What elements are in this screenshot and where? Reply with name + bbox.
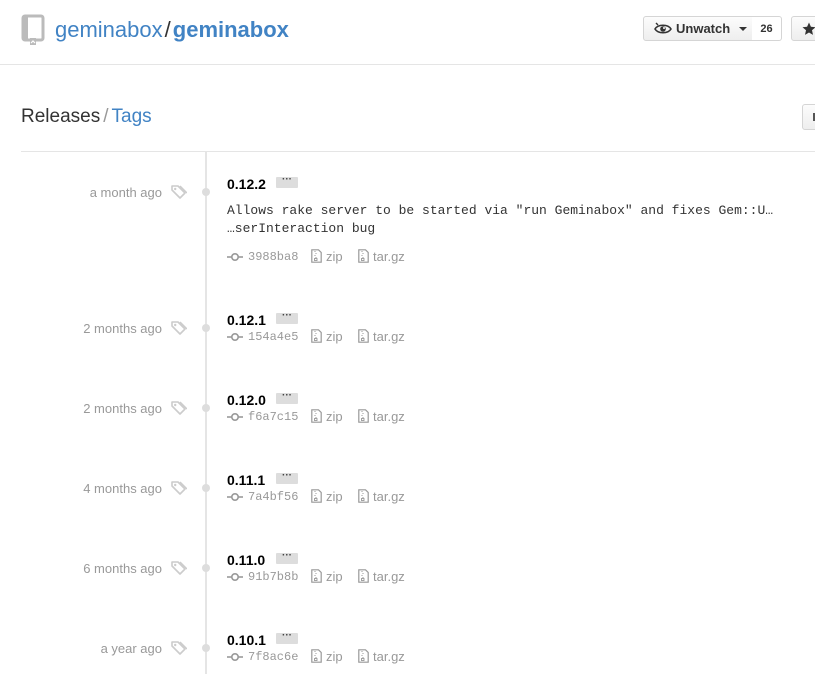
timeline-dot	[202, 188, 210, 196]
zip-label: zip	[326, 489, 343, 504]
targz-download-link[interactable]: tar.gz	[358, 249, 405, 265]
targz-label: tar.gz	[373, 329, 405, 344]
commit-icon	[227, 572, 243, 582]
tag-icon	[171, 185, 187, 199]
subnav-separator: /	[103, 106, 109, 127]
tag-name-link[interactable]: 0.12.0	[227, 392, 266, 408]
tag-icon	[171, 641, 187, 655]
repo-owner-link[interactable]: geminabox	[55, 17, 163, 42]
commit-sha-link[interactable]: 154a4e5	[248, 329, 298, 345]
zip-label: zip	[326, 249, 343, 264]
commit-icon	[227, 252, 243, 262]
targz-download-link[interactable]: tar.gz	[358, 409, 405, 425]
file-zip-icon	[311, 649, 322, 663]
tag-icon	[171, 561, 187, 575]
repo-title: geminabox/geminabox	[55, 16, 289, 44]
file-zip-icon	[311, 569, 322, 583]
tags-link[interactable]: Tags	[112, 106, 152, 127]
expand-details-button[interactable]: ···	[276, 471, 298, 484]
tag-date: 6 months ago	[83, 561, 162, 576]
zip-label: zip	[326, 649, 343, 664]
file-zip-icon	[358, 329, 369, 343]
commit-sha-link[interactable]: 3988ba8	[248, 249, 298, 265]
targz-label: tar.gz	[373, 409, 405, 424]
tag-name-link[interactable]: 0.12.2	[227, 176, 266, 192]
targz-download-link[interactable]: tar.gz	[358, 329, 405, 345]
repo-title-separator: /	[164, 17, 171, 42]
zip-label: zip	[326, 329, 343, 344]
timeline-dot	[202, 324, 210, 332]
tag-name-link[interactable]: 0.12.1	[227, 312, 266, 328]
targz-label: tar.gz	[373, 569, 405, 584]
file-zip-icon	[358, 649, 369, 663]
tag-date: a month ago	[89, 185, 162, 200]
targz-download-link[interactable]: tar.gz	[358, 489, 405, 505]
commit-icon	[227, 492, 243, 502]
unwatch-label: Unwatch	[676, 21, 731, 36]
zip-download-link[interactable]: zip	[311, 249, 343, 265]
file-zip-icon	[311, 329, 322, 343]
timeline-line	[205, 152, 207, 674]
star-icon	[802, 22, 815, 35]
targz-label: tar.gz	[373, 489, 405, 504]
file-zip-icon	[311, 249, 322, 263]
star-button[interactable]	[791, 16, 815, 41]
timeline-dot	[202, 564, 210, 572]
commit-icon	[227, 412, 243, 422]
tag-description: Allows rake server to be started via "ru…	[227, 203, 774, 236]
expand-details-button[interactable]: ···	[276, 391, 298, 404]
zip-label: zip	[326, 569, 343, 584]
commit-sha-link[interactable]: f6a7c15	[248, 409, 298, 425]
commit-sha-link[interactable]: 7f8ac6e	[248, 649, 298, 665]
expand-details-button[interactable]: ···	[276, 311, 298, 324]
repo-name-link[interactable]: geminabox	[173, 17, 289, 42]
file-zip-icon	[311, 489, 322, 503]
commit-icon	[227, 652, 243, 662]
tag-icon	[171, 321, 187, 335]
tag-date: 2 months ago	[83, 401, 162, 416]
targz-label: tar.gz	[373, 649, 405, 664]
zip-label: zip	[326, 409, 343, 424]
timeline-dot	[202, 644, 210, 652]
zip-download-link[interactable]: zip	[311, 489, 343, 505]
toolbar-button[interactable]	[802, 104, 815, 130]
file-zip-icon	[358, 489, 369, 503]
commit-sha-link[interactable]: 7a4bf56	[248, 489, 298, 505]
expand-details-button[interactable]: ···	[276, 631, 298, 644]
zip-download-link[interactable]: zip	[311, 409, 343, 425]
zip-download-link[interactable]: zip	[311, 329, 343, 345]
repo-header: geminabox/geminabox Unwatch 26	[0, 0, 815, 65]
divider	[21, 151, 815, 152]
zip-download-link[interactable]: zip	[311, 569, 343, 585]
tag-date: 4 months ago	[83, 481, 162, 496]
unwatch-button[interactable]: Unwatch	[643, 16, 753, 41]
tag-name-link[interactable]: 0.10.1	[227, 632, 266, 648]
releases-subnav: Releases / Tags	[21, 105, 152, 129]
tag-icon	[171, 481, 187, 495]
tag-icon	[171, 401, 187, 415]
watchers-count[interactable]: 26	[752, 16, 782, 41]
repo-icon	[21, 14, 45, 45]
file-zip-icon	[358, 569, 369, 583]
expand-details-button[interactable]: ···	[276, 551, 298, 564]
releases-link[interactable]: Releases	[21, 106, 100, 127]
eye-icon	[654, 22, 672, 34]
tag-date: 2 months ago	[83, 321, 162, 336]
file-zip-icon	[358, 249, 369, 263]
timeline-dot	[202, 404, 210, 412]
targz-label: tar.gz	[373, 249, 405, 264]
zip-download-link[interactable]: zip	[311, 649, 343, 665]
file-zip-icon	[311, 409, 322, 423]
tag-name-link[interactable]: 0.11.1	[227, 472, 265, 488]
tag-name-link[interactable]: 0.11.0	[227, 552, 265, 568]
chevron-down-icon	[739, 26, 748, 31]
targz-download-link[interactable]: tar.gz	[358, 569, 405, 585]
commit-sha-link[interactable]: 91b7b8b	[248, 569, 298, 585]
file-zip-icon	[358, 409, 369, 423]
expand-details-button[interactable]: ···	[276, 175, 298, 188]
tag-date: a year ago	[100, 641, 162, 656]
targz-download-link[interactable]: tar.gz	[358, 649, 405, 665]
timeline-dot	[202, 484, 210, 492]
commit-icon	[227, 332, 243, 342]
